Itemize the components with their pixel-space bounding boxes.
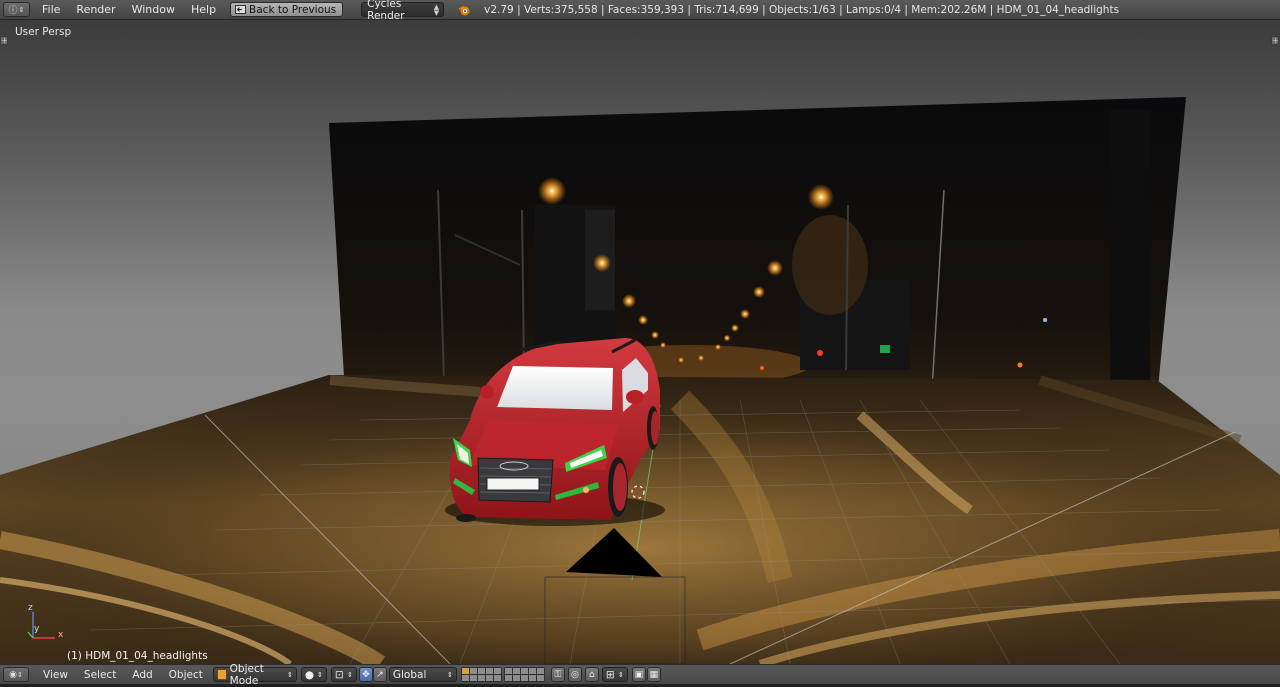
menu-add[interactable]: Add <box>124 669 160 681</box>
snap-increment-icon: ⊞ <box>605 668 615 681</box>
proportional-edit-icon: ◎ <box>570 669 579 680</box>
menu-help[interactable]: Help <box>183 3 224 16</box>
layer-cell[interactable] <box>469 668 477 674</box>
viewport-shading-dropdown[interactable]: ● ⇕ <box>300 667 327 682</box>
updown-icon: ⇕ <box>347 670 353 679</box>
updown-icon: ⇕ <box>287 670 293 679</box>
layer-cell[interactable] <box>520 668 528 674</box>
3d-view-header: ◉ ⇕ View Select Add Object Object Mode ⇕ … <box>0 663 1280 687</box>
active-object-label: (1) HDM_01_04_headlights <box>67 650 208 662</box>
axis-y-label: y <box>34 624 40 634</box>
layer-buttons[interactable] <box>460 667 545 682</box>
menu-file[interactable]: File <box>34 3 68 16</box>
layer-cell[interactable] <box>493 668 501 674</box>
arrow-icon: ↗ <box>376 669 384 680</box>
editor-type-selector[interactable]: ◉ ⇕ <box>3 667 29 682</box>
layer-cell[interactable] <box>461 668 469 674</box>
layer-cell[interactable] <box>528 668 536 674</box>
layer-cell[interactable] <box>477 675 485 681</box>
3d-viewport[interactable]: User Persp (1) HDM_01_04_headlights z x … <box>0 20 1280 664</box>
layer-cell[interactable] <box>512 668 520 674</box>
scene-statistics: v2.79 | Verts:375,558 | Faces:359,393 | … <box>484 3 1120 16</box>
menu-select[interactable]: Select <box>76 669 124 681</box>
menu-window[interactable]: Window <box>124 3 183 16</box>
back-to-previous-label: Back to Previous <box>249 3 337 16</box>
layer-cell[interactable] <box>485 668 493 674</box>
lock-camera-button[interactable]: ⚿ <box>550 667 565 682</box>
info-header: ⓘ ⇕ File Render Window Help Back to Previ… <box>0 0 1280 22</box>
camera-icon: ▣ <box>634 669 644 680</box>
interaction-mode-dropdown[interactable]: Object Mode ⇕ <box>212 663 297 687</box>
screen-back-icon <box>235 5 247 14</box>
manipulator-icon: ✥ <box>362 669 370 680</box>
interaction-mode-value: Object Mode <box>229 662 264 687</box>
translate-manipulator-button[interactable]: ↗ <box>372 667 387 682</box>
render-engine-dropdown[interactable]: Cycles Render ▲ ▼ <box>361 0 445 22</box>
updown-icon: ⇕ <box>16 670 23 679</box>
snap-toggle[interactable]: ⌂ <box>584 667 599 682</box>
layers-block-2[interactable] <box>503 667 545 682</box>
opengl-render-animation-button[interactable]: ▦ <box>646 667 661 682</box>
layer-cell[interactable] <box>536 675 544 681</box>
layer-cell[interactable] <box>504 668 512 674</box>
3d-view-icon: ◉ <box>9 669 17 680</box>
opengl-render-button[interactable]: ▣ <box>631 667 646 682</box>
info-icon: ⓘ <box>8 6 18 16</box>
tool-shelf-toggle[interactable]: + <box>0 36 8 45</box>
axis-z-label: z <box>28 603 33 613</box>
layer-cell[interactable] <box>512 675 520 681</box>
axis-x-label: x <box>58 630 64 640</box>
transform-orientation-value: Global <box>392 668 427 681</box>
layer-cell[interactable] <box>493 675 501 681</box>
layer-cell[interactable] <box>536 668 544 674</box>
updown-icon: ⇕ <box>447 670 453 679</box>
lock-icon: ⚿ <box>554 669 562 680</box>
menu-render[interactable]: Render <box>68 3 123 16</box>
layer-cell[interactable] <box>469 675 477 681</box>
blender-logo-icon <box>458 5 470 15</box>
scene-render <box>0 97 1280 664</box>
view-perspective-label: User Persp <box>15 26 72 38</box>
layer-cell[interactable] <box>528 675 536 681</box>
clapperboard-icon: ▦ <box>649 669 659 680</box>
menu-object[interactable]: Object <box>161 669 211 681</box>
layer-cell[interactable] <box>520 675 528 681</box>
snap-element-dropdown[interactable]: ⊞ ⇕ <box>601 667 628 682</box>
layer-cell[interactable] <box>477 668 485 674</box>
editor-type-selector[interactable]: ⓘ ⇕ <box>3 2 30 17</box>
transform-orientation-dropdown[interactable]: Global ⇕ <box>388 667 457 682</box>
updown-icon: ▲ ▼ <box>433 2 440 17</box>
render-engine-value: Cycles Render <box>367 0 405 22</box>
layer-cell[interactable] <box>461 675 469 681</box>
updown-icon: ⇕ <box>317 670 323 679</box>
magnet-icon: ⌂ <box>589 669 595 680</box>
proportional-edit-button[interactable]: ◎ <box>567 667 582 682</box>
properties-panel-toggle[interactable]: + <box>1271 36 1279 45</box>
updown-icon: ⇕ <box>18 5 25 14</box>
back-to-previous-button[interactable]: Back to Previous <box>230 2 344 17</box>
layer-cell[interactable] <box>485 675 493 681</box>
manipulator-toggle[interactable]: ✥ <box>358 667 373 682</box>
pivot-icon: ⊡ <box>334 668 344 681</box>
layer-cell[interactable] <box>504 675 512 681</box>
layers-block-1[interactable] <box>460 667 502 682</box>
menu-view[interactable]: View <box>35 669 76 681</box>
object-mode-icon <box>216 669 227 680</box>
pivot-point-dropdown[interactable]: ⊡ ⇕ <box>330 667 357 682</box>
updown-icon: ⇕ <box>618 670 624 679</box>
shading-sphere-icon: ● <box>304 668 315 681</box>
